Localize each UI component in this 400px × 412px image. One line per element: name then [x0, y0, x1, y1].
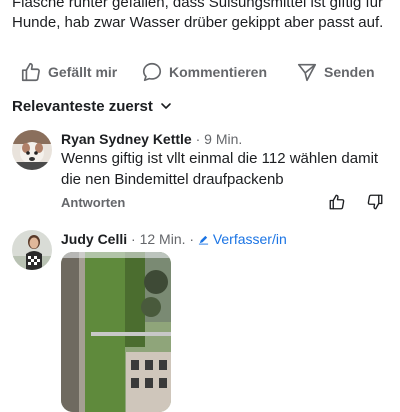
send-label: Senden [324, 64, 375, 80]
avatar-image [12, 230, 52, 270]
thumbs-up-icon[interactable] [328, 193, 346, 211]
comment-author[interactable]: Judy Celli · 12 Min. · Verfasser/in [61, 231, 287, 247]
comment-photo[interactable] [61, 252, 171, 412]
reply-button[interactable]: Antworten [61, 195, 125, 210]
comment-photo-image [61, 252, 171, 412]
chevron-down-icon [161, 103, 171, 109]
author-badge: Verfasser/in [198, 231, 287, 247]
avatar[interactable] [12, 230, 52, 270]
comment-author-name[interactable]: Judy Celli [61, 231, 127, 247]
like-button[interactable]: Gefällt mir [20, 58, 117, 86]
comment-author-name[interactable]: Ryan Sydney Kettle [61, 131, 192, 147]
pencil-icon [198, 235, 209, 245]
comment-author[interactable]: Ryan Sydney Kettle · 9 Min. [61, 131, 242, 147]
send-button[interactable]: Senden [296, 58, 375, 86]
like-icon [21, 62, 40, 82]
comment-button[interactable]: Kommentieren [141, 58, 267, 86]
comment-text: Wenns giftig ist vllt einmal die 112 wäh… [61, 150, 379, 188]
author-badge-label: Verfasser/in [212, 231, 287, 247]
comment-label: Kommentieren [169, 64, 268, 80]
avatar[interactable] [12, 130, 52, 170]
thumbs-down-icon[interactable] [366, 193, 384, 211]
comment-sort-dropdown[interactable]: Relevanteste zuerst [12, 95, 172, 117]
comment-icon [142, 62, 162, 82]
post-actions-bar: Gefällt mir Kommentieren Senden [0, 58, 400, 86]
sort-label: Relevanteste zuerst [12, 97, 153, 115]
post-text: Flasche runter gefallen, dass Sulsungsmi… [12, 0, 384, 31]
send-icon [297, 63, 317, 82]
like-label: Gefällt mir [48, 64, 118, 80]
avatar-image [12, 130, 52, 170]
comment-timestamp: · 9 Min. [195, 131, 243, 147]
comment-timestamp: · 12 Min. · [131, 231, 195, 247]
